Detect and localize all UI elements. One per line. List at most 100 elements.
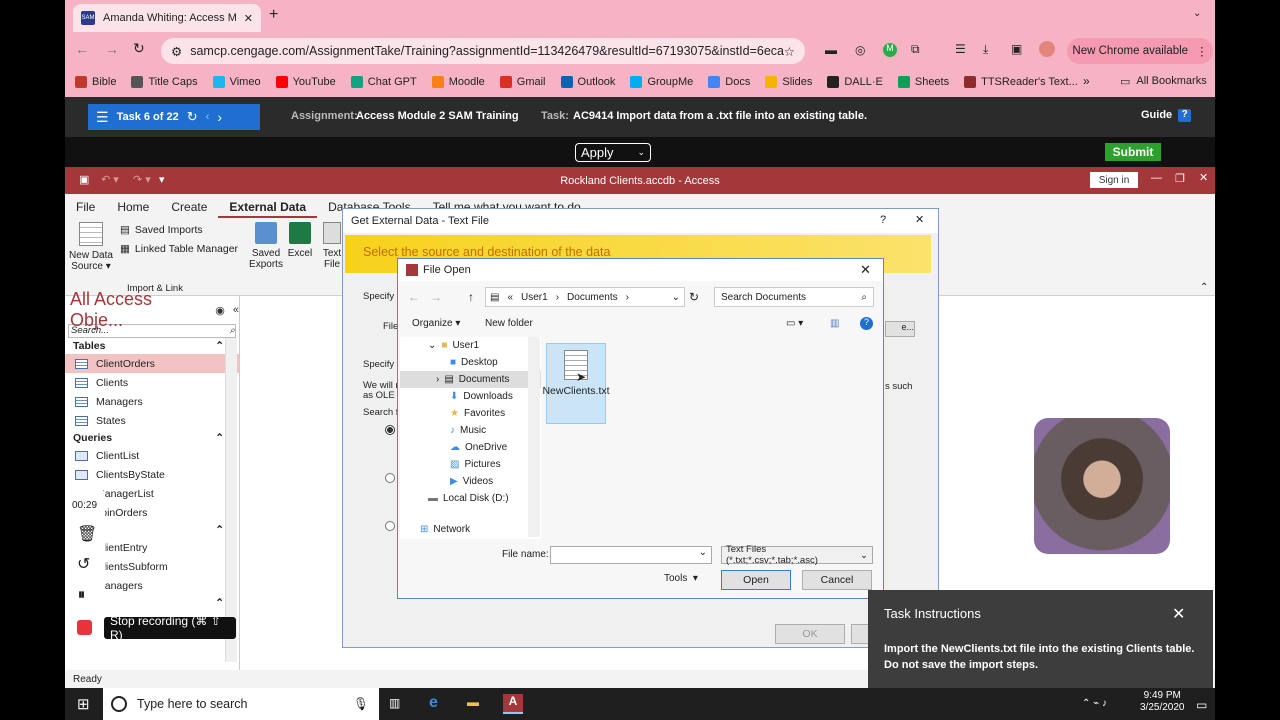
extension-icon[interactable]: ▬	[825, 43, 837, 57]
tree-item-network[interactable]: ⊞ Network	[400, 521, 541, 538]
tools-menu[interactable]: Tools ▾	[664, 573, 698, 584]
refresh-icon[interactable]: ↻	[689, 290, 699, 304]
site-info-icon[interactable]: ⚙	[171, 44, 182, 59]
submit-button[interactable]: Submit	[1105, 143, 1161, 161]
undo-icon[interactable]: ↶ ▾	[101, 173, 119, 186]
nav-item-managers[interactable]: Managers	[65, 392, 239, 411]
reset-icon[interactable]: ↻	[187, 109, 198, 125]
tree-item-downloads[interactable]: ⬇ Downloads	[400, 388, 541, 405]
new-data-source-button[interactable]: New Data Source ▾	[69, 222, 113, 272]
tree-item-videos[interactable]: ▶ Videos	[400, 473, 541, 490]
task-view-icon[interactable]: ▥	[389, 696, 400, 710]
forward-icon[interactable]: →	[430, 290, 442, 304]
tree-item-local-disk[interactable]: ▬ Local Disk (D:)	[400, 490, 541, 507]
close-tab-icon[interactable]: ✕	[244, 12, 253, 25]
search-documents-input[interactable]: Search Documents ⌕	[714, 287, 874, 307]
prev-task-icon[interactable]: ‹	[206, 111, 210, 123]
excel-export-button[interactable]: Excel	[287, 222, 313, 259]
sign-in-button[interactable]: Sign in	[1090, 172, 1138, 188]
tree-item-documents[interactable]: › ▤ Documents	[400, 371, 541, 388]
restore-icon[interactable]: ❐	[1175, 172, 1185, 185]
open-button[interactable]: Open	[721, 570, 791, 590]
cancel-button[interactable]: Cancel	[802, 570, 872, 590]
reload-icon[interactable]: ↻	[133, 40, 145, 57]
more-bookmarks-icon[interactable]: »	[1083, 74, 1090, 88]
nav-item-clientsbystate[interactable]: ClientsByState	[65, 465, 239, 484]
redo-icon[interactable]: ↷ ▾	[133, 173, 151, 186]
extension-m-icon[interactable]: M	[883, 43, 897, 57]
guide-button[interactable]: Guide?	[1141, 109, 1192, 122]
back-icon[interactable]: ←	[408, 290, 420, 304]
ok-button[interactable]: OK	[775, 624, 845, 644]
up-icon[interactable]: ↑	[468, 290, 474, 304]
bookmark-vimeo[interactable]: Vimeo	[212, 76, 261, 88]
customize-qat-icon[interactable]: ▾	[159, 173, 165, 186]
append-radio[interactable]	[385, 473, 395, 483]
microphone-icon[interactable]: 🎙	[353, 697, 369, 712]
tab-home[interactable]: Home	[106, 198, 160, 218]
nav-menu-icon[interactable]: ◉	[215, 304, 225, 317]
collapse-ribbon-icon[interactable]: ⌃	[1200, 282, 1208, 293]
restart-icon[interactable]: ↺	[77, 554, 90, 574]
bookmark-groupme[interactable]: GroupMe	[630, 76, 693, 88]
close-icon[interactable]: ✕	[860, 262, 871, 278]
tree-item-pictures[interactable]: ▨ Pictures	[400, 456, 541, 473]
bookmark-sheets[interactable]: Sheets	[897, 76, 949, 88]
help-icon[interactable]: ?	[860, 317, 873, 330]
view-options-icon[interactable]: ▭ ▾	[786, 318, 803, 329]
saved-exports-button[interactable]: Saved Exports	[247, 222, 285, 270]
bookmark-ttsreader-s-text-[interactable]: TTSReader's Text...	[964, 76, 1078, 88]
action-center-icon[interactable]: ▭	[1196, 698, 1207, 712]
tab-file[interactable]: File	[65, 198, 106, 218]
bookmark-outlook[interactable]: Outlook	[560, 76, 615, 88]
tables-header[interactable]: Tables ⌃	[65, 338, 239, 354]
stop-recording-icon[interactable]	[77, 620, 92, 635]
import-radio[interactable]	[385, 425, 395, 435]
file-name-input[interactable]: ⌄	[550, 546, 712, 564]
queries-header[interactable]: Queries ⌃	[65, 430, 239, 446]
path-segment[interactable]: User1	[521, 292, 548, 303]
chevron-down-icon[interactable]: ⌄	[672, 292, 680, 303]
nav-item-clientorders[interactable]: ClientOrders	[65, 354, 239, 373]
tree-item-music[interactable]: ♪ Music	[400, 422, 541, 439]
file-explorer-icon[interactable]: ▬	[467, 695, 479, 709]
help-icon[interactable]: ?	[880, 214, 886, 226]
profile-avatar-icon[interactable]	[1039, 41, 1055, 57]
close-icon[interactable]: ✕	[1199, 171, 1208, 184]
bookmark-chat-gpt[interactable]: Chat GPT	[350, 76, 417, 88]
taskbar-search[interactable]: Type here to search 🎙	[103, 688, 379, 720]
bookmark-docs[interactable]: Docs	[708, 76, 750, 88]
path-breadcrumb[interactable]: ▤ «User1 › Documents › ⌄	[485, 287, 685, 307]
browse-button[interactable]: e...	[885, 321, 915, 337]
side-panel-icon[interactable]: ▣	[1011, 42, 1022, 56]
minimize-icon[interactable]: —	[1151, 172, 1162, 184]
system-tray-icons[interactable]: ⌃ ⌁ ♪	[1082, 698, 1107, 709]
nav-item-states[interactable]: States	[65, 411, 239, 430]
edge-icon[interactable]: e	[429, 694, 438, 712]
text-file-export-button[interactable]: Text File	[321, 222, 343, 270]
access-taskbar-icon[interactable]: A	[503, 694, 523, 714]
nav-item-clients[interactable]: Clients	[65, 373, 239, 392]
next-task-icon[interactable]: ›	[217, 109, 222, 125]
menu-icon[interactable]: ☰	[96, 109, 109, 126]
link-radio[interactable]	[385, 521, 395, 531]
tab-external-data[interactable]: External Data	[218, 198, 318, 218]
tree-item-favorites[interactable]: ★ Favorites	[400, 405, 541, 422]
new-chrome-button[interactable]: New Chrome available ⋮	[1067, 38, 1213, 64]
organize-button[interactable]: Organize ▾	[412, 318, 460, 329]
file-type-select[interactable]: Text Files (*.txt;*.csv;*.tab;*.asc) ⌄	[721, 544, 873, 566]
close-icon[interactable]: ✕	[1172, 604, 1185, 624]
tree-scrollbar[interactable]	[528, 337, 540, 537]
tab-search-icon[interactable]: ⌄	[1193, 8, 1201, 19]
bookmark-moodle[interactable]: Moodle	[431, 76, 485, 88]
new-tab-icon[interactable]: +	[269, 6, 278, 24]
close-icon[interactable]: ✕	[915, 213, 924, 226]
browser-tab[interactable]: SAM Amanda Whiting: Access Mo ✕	[73, 4, 261, 32]
extension-icon[interactable]: ◎	[855, 43, 865, 57]
bookmark-slides[interactable]: Slides	[765, 76, 812, 88]
download-icon[interactable]: ⤓	[983, 42, 988, 57]
extensions-puzzle-icon[interactable]: ⧉	[911, 42, 920, 57]
back-icon[interactable]: ←	[75, 41, 89, 57]
tree-item-desktop[interactable]: ■ Desktop	[400, 354, 541, 371]
tree-item-user1[interactable]: ⌄ ■ User1	[400, 337, 541, 354]
